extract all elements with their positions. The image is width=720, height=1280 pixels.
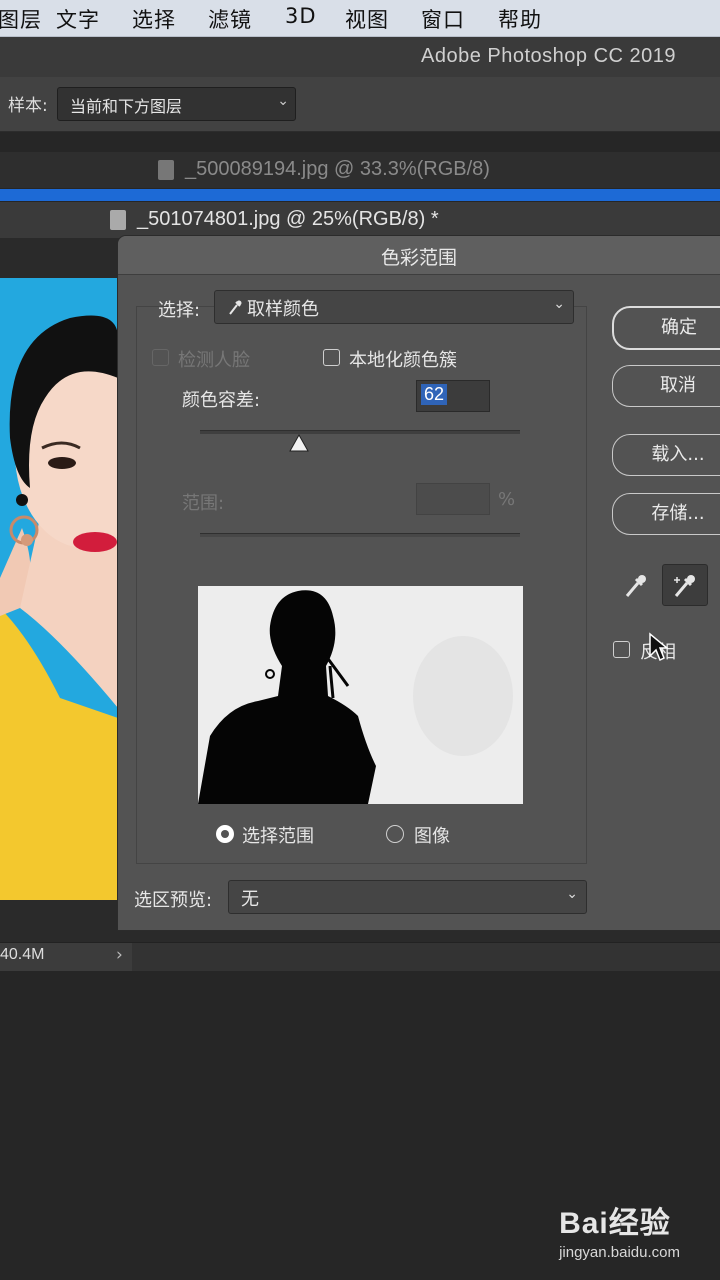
detect-faces-label: 检测人脸: [178, 350, 250, 371]
chevron-right-icon[interactable]: ›: [116, 945, 123, 965]
range-label: 范围:: [182, 493, 225, 514]
save-button[interactable]: 存储...: [612, 493, 720, 535]
selection-preview-select[interactable]: 无 ⌄: [228, 880, 587, 914]
fuzziness-label: 颜色容差:: [182, 390, 261, 411]
range-input[interactable]: [416, 483, 490, 515]
menu-window[interactable]: 窗口: [421, 4, 465, 34]
document-tab-2[interactable]: _501074801.jpg @ 25%(RGB/8) *: [0, 202, 720, 238]
selection-radio[interactable]: [216, 825, 234, 843]
invert-checkbox[interactable]: [613, 641, 630, 658]
watermark-brand: Bai经验: [559, 1207, 671, 1240]
mouse-cursor-icon: [649, 632, 668, 662]
menu-3d[interactable]: 3D: [285, 4, 317, 28]
sample-select[interactable]: 当前和下方图层 ⌄: [57, 87, 296, 121]
baidu-jingyan-watermark: Bai经验 jingyan.baidu.com: [559, 1198, 680, 1261]
ok-button-label: 确定: [661, 317, 697, 338]
dialog-title: 色彩范围: [380, 247, 457, 269]
document-photo[interactable]: [0, 278, 118, 900]
document-size: 40.4M: [0, 946, 45, 963]
select-dropdown-value: 取样颜色: [247, 299, 319, 320]
fuzziness-input[interactable]: 62: [416, 380, 490, 412]
menu-bar: 图层 文字 选择 滤镜 3D 视图 窗口 帮助: [0, 0, 720, 37]
range-unit: %: [498, 489, 516, 510]
chevron-down-icon: ⌄: [553, 296, 565, 312]
load-button-label: 载入...: [651, 444, 705, 465]
watermark-url: jingyan.baidu.com: [559, 1244, 680, 1261]
status-bar: 40.4M ›: [0, 942, 720, 971]
options-bar: 样本: 当前和下方图层 ⌄: [0, 77, 720, 132]
selection-radio-label: 选择范围: [242, 826, 314, 847]
localized-clusters-label: 本地化颜色簇: [349, 350, 457, 371]
fuzziness-value: 62: [421, 384, 448, 405]
chevron-down-icon: ⌄: [566, 886, 578, 902]
cancel-button[interactable]: 取消: [612, 365, 720, 407]
file-icon: [158, 160, 174, 180]
menu-type[interactable]: 文字: [56, 4, 100, 34]
menu-layer[interactable]: 图层: [0, 4, 42, 34]
load-button[interactable]: 载入...: [612, 434, 720, 476]
selection-preview-label: 选区预览:: [134, 890, 213, 911]
document-tab-2-label: _501074801.jpg @ 25%(RGB/8) *: [137, 208, 439, 230]
app-title-bar: Adobe Photoshop CC 2019: [0, 37, 720, 77]
selection-preview: [198, 586, 523, 804]
eyedropper-plus-icon: [674, 575, 695, 597]
detect-faces-checkbox[interactable]: [152, 349, 169, 366]
select-dropdown[interactable]: 取样颜色 ⌄: [214, 290, 574, 324]
cancel-button-label: 取消: [660, 375, 696, 396]
horizontal-scrollbar[interactable]: [132, 943, 720, 971]
menu-help[interactable]: 帮助: [498, 4, 542, 34]
save-button-label: 存储...: [651, 503, 705, 524]
document-tab-1-label: _500089194.jpg @ 33.3%(RGB/8): [185, 158, 490, 180]
file-icon: [110, 210, 126, 230]
localized-clusters-checkbox[interactable]: [323, 349, 340, 366]
select-label: 选择:: [158, 300, 201, 321]
chevron-down-icon: ⌄: [277, 93, 289, 109]
eyedropper-icon[interactable]: [622, 570, 650, 600]
dialog-title-bar[interactable]: 色彩范围: [118, 236, 720, 275]
menu-filter[interactable]: 滤镜: [208, 4, 252, 34]
image-radio-label: 图像: [414, 826, 450, 847]
menu-view[interactable]: 视图: [345, 4, 389, 34]
range-slider[interactable]: [200, 533, 520, 537]
selection-preview-value: 无: [241, 889, 259, 910]
add-to-sample-eyedropper-button[interactable]: [662, 564, 708, 606]
ok-button[interactable]: 确定: [612, 306, 720, 350]
sample-label: 样本:: [8, 96, 48, 116]
fuzziness-slider[interactable]: [200, 430, 520, 434]
active-tab-indicator: [0, 189, 720, 201]
color-range-dialog: 色彩范围 选择: 取样颜色 ⌄ 检测人脸 本地化颜色簇 颜色容差: 62 范围:…: [118, 236, 720, 930]
menu-select[interactable]: 选择: [132, 4, 176, 34]
fuzziness-slider-thumb[interactable]: [289, 434, 310, 452]
app-title: Adobe Photoshop CC 2019: [420, 45, 676, 67]
image-radio[interactable]: [386, 825, 404, 843]
portrait-image: [0, 278, 118, 900]
sample-select-value: 当前和下方图层: [70, 97, 183, 116]
document-tab-1[interactable]: _500089194.jpg @ 33.3%(RGB/8): [0, 152, 720, 188]
eyedropper-icon: [229, 300, 242, 315]
